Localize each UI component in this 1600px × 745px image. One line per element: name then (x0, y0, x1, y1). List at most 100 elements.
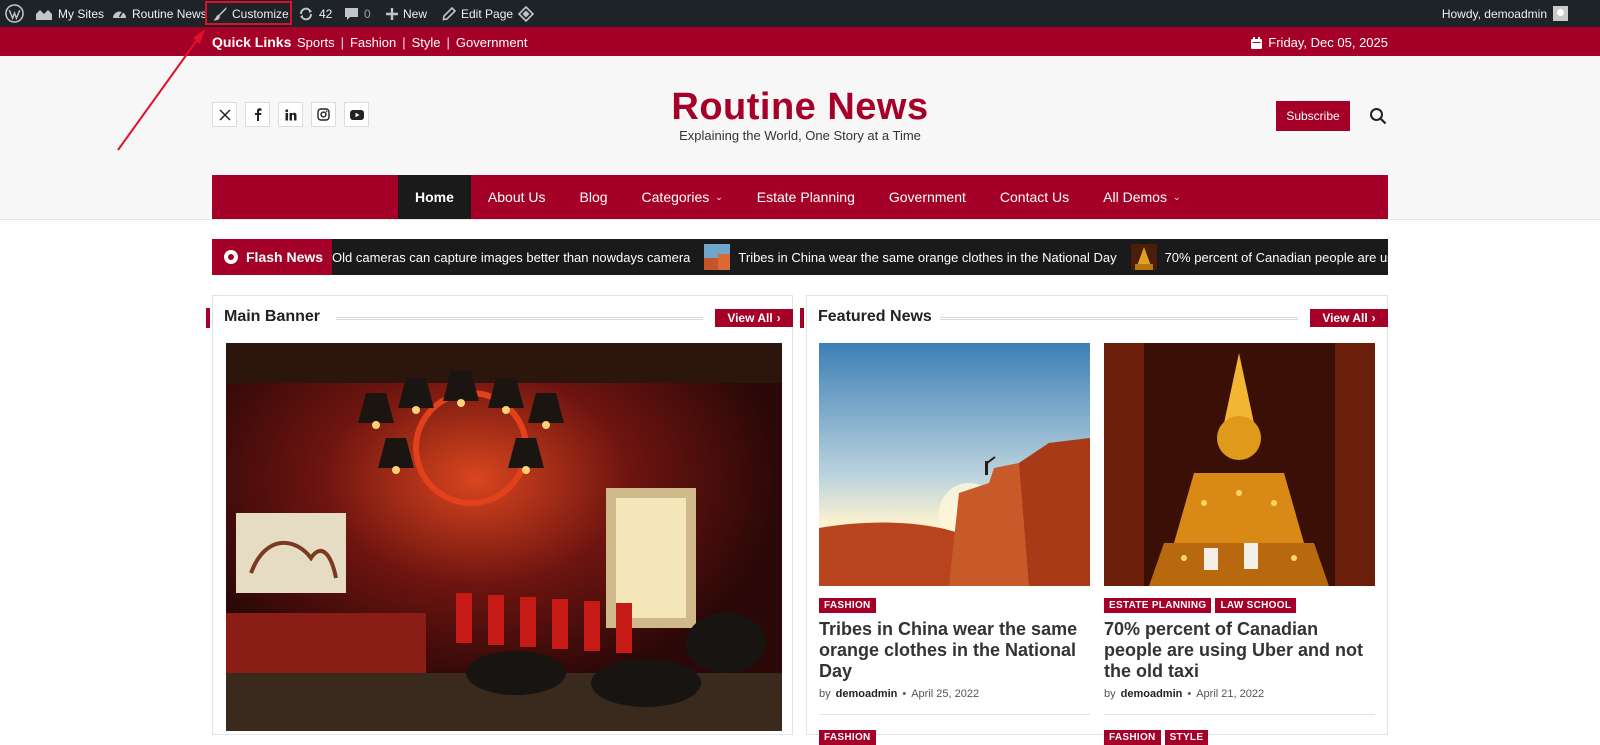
quick-links-list: Sports | Fashion | Style | Government (297, 35, 527, 50)
by-label: by (1104, 688, 1116, 700)
main-banner-section: Main Banner View All › (206, 295, 793, 735)
category-tag[interactable]: ESTATE PLANNING (1104, 598, 1212, 613)
section-title: Featured News (818, 308, 940, 326)
brush-icon (213, 6, 227, 20)
main-banner-image[interactable] (226, 343, 782, 731)
chevron-down-icon: ⌄ (1172, 191, 1181, 202)
category-tag[interactable]: FASHION (819, 730, 876, 745)
nav-item-home[interactable]: Home (398, 175, 471, 219)
category-tag[interactable]: FASHION (1104, 730, 1161, 745)
diamond-icon (518, 5, 534, 22)
nav-item-government[interactable]: Government (872, 175, 983, 219)
new-content-button[interactable]: New (386, 0, 427, 27)
date-label: Friday, Dec 05, 2025 (1268, 35, 1388, 50)
avatar (1553, 6, 1568, 21)
card-meta: by demoadmin • April 25, 2022 (819, 688, 1090, 700)
flash-news-item[interactable]: Old cameras can capture images better th… (332, 250, 690, 265)
category-tag[interactable]: LAW SCHOOL (1215, 598, 1297, 613)
nav-item-label: All Demos (1103, 189, 1167, 205)
customize-label: Customize (232, 6, 289, 21)
wordpress-icon (5, 4, 24, 23)
flash-news-ticker: Old cameras can capture images better th… (212, 239, 1388, 275)
author-link[interactable]: demoadmin (1121, 688, 1183, 700)
canyon-sunset-image (819, 343, 1090, 586)
divider: | (446, 35, 450, 50)
search-button[interactable] (1366, 104, 1390, 128)
my-sites-menu[interactable]: My Sites (35, 0, 104, 27)
flash-news-label: Flash News (212, 239, 332, 275)
card-meta: by demoadmin • April 21, 2022 (1104, 688, 1375, 700)
nav-item-label: Categories (641, 189, 710, 205)
flash-thumbnail-image (704, 244, 731, 270)
site-title[interactable]: Routine News (0, 86, 1600, 129)
plugin-diamond-button[interactable] (518, 0, 534, 27)
nav-item-label: Blog (579, 189, 608, 205)
nav-item-about-us[interactable]: About Us (471, 175, 563, 219)
divider (819, 714, 1090, 715)
flash-news-text: Old cameras can capture images better th… (332, 249, 691, 265)
category-tag[interactable]: STYLE (1164, 730, 1209, 745)
restaurant-interior-image (226, 343, 782, 731)
howdy-label: Howdy, demoadmin (1441, 6, 1547, 21)
divider: | (340, 35, 344, 50)
edit-page-label: Edit Page (461, 6, 514, 21)
flash-news-text: Tribes in China wear the same orange clo… (738, 249, 1117, 265)
wordpress-logo-button[interactable] (5, 0, 24, 27)
section-header: Featured News View All › (800, 308, 1388, 328)
edit-page-button[interactable]: Edit Page (442, 0, 513, 27)
nav-item-all-demos[interactable]: All Demos ⌄ (1086, 175, 1197, 219)
divider (1104, 714, 1375, 715)
updates-icon (300, 7, 312, 20)
author-link[interactable]: demoadmin (836, 688, 898, 700)
post-date: April 25, 2022 (911, 688, 980, 700)
meta-dot: • (902, 688, 907, 700)
divider: | (402, 35, 406, 50)
card-image[interactable] (1104, 343, 1375, 586)
nav-item-label: About Us (487, 189, 546, 205)
current-date: Friday, Dec 05, 2025 (1251, 35, 1388, 50)
nav-item-label: Government (888, 189, 966, 205)
featured-news-card[interactable]: ESTATE PLANNING LAW SCHOOL 70% percent o… (1104, 343, 1375, 745)
card-title[interactable]: Tribes in China wear the same orange clo… (819, 619, 1090, 682)
site-tagline: Explaining the World, One Story at a Tim… (679, 128, 921, 143)
category-tag[interactable]: FASHION (819, 598, 876, 613)
quick-link-style[interactable]: Style (412, 35, 441, 50)
site-name-menu[interactable]: Routine News (112, 0, 207, 27)
nav-item-categories[interactable]: Categories ⌄ (625, 175, 740, 219)
dashboard-icon (113, 11, 126, 18)
flash-news-item[interactable]: 70% percent of Canadian people are using… (1130, 244, 1388, 270)
divider (940, 317, 1298, 320)
comments-button[interactable]: 0 (344, 0, 371, 27)
my-sites-label: My Sites (58, 6, 105, 21)
customize-button[interactable]: Customize (213, 0, 289, 27)
quick-link-government[interactable]: Government (456, 35, 528, 50)
view-all-button[interactable]: View All › (1310, 309, 1388, 327)
quick-link-fashion[interactable]: Fashion (350, 35, 396, 50)
section-accent-bar (800, 308, 804, 328)
chevron-right-icon: › (776, 311, 781, 325)
account-menu[interactable]: Howdy, demoadmin (1442, 0, 1568, 27)
quick-links-title: Quick Links (212, 34, 292, 50)
view-all-button[interactable]: View All › (715, 309, 793, 327)
nav-item-label: Home (415, 189, 454, 205)
nav-item-contact-us[interactable]: Contact Us (983, 175, 1086, 219)
quick-link-sports[interactable]: Sports (297, 35, 335, 50)
houses-icon (36, 9, 52, 20)
chevron-down-icon: ⌄ (715, 191, 723, 202)
subscribe-button[interactable]: Subscribe (1276, 101, 1350, 131)
flash-news-item[interactable]: Tribes in China wear the same orange clo… (704, 244, 1117, 270)
card-title[interactable]: 70% percent of Canadian people are using… (1104, 619, 1375, 682)
featured-news-card[interactable]: FASHION Tribes in China wear the same or… (819, 343, 1090, 745)
site-name-label: Routine News (132, 6, 207, 21)
flash-thumbnail-image (1130, 244, 1157, 270)
flash-news-title: Flash News (246, 249, 324, 265)
featured-news-section: Featured News View All › FASHION Tribes … (800, 295, 1388, 745)
updates-button[interactable]: 42 (298, 0, 332, 27)
card-tags: ESTATE PLANNING LAW SCHOOL (1104, 598, 1375, 613)
nav-item-blog[interactable]: Blog (563, 175, 625, 219)
nav-item-estate-planning[interactable]: Estate Planning (740, 175, 872, 219)
card-image[interactable] (819, 343, 1090, 586)
flash-news-track: Old cameras can capture images better th… (332, 239, 1388, 275)
live-dot-icon (224, 250, 238, 264)
temple-buddha-image (1104, 343, 1375, 586)
